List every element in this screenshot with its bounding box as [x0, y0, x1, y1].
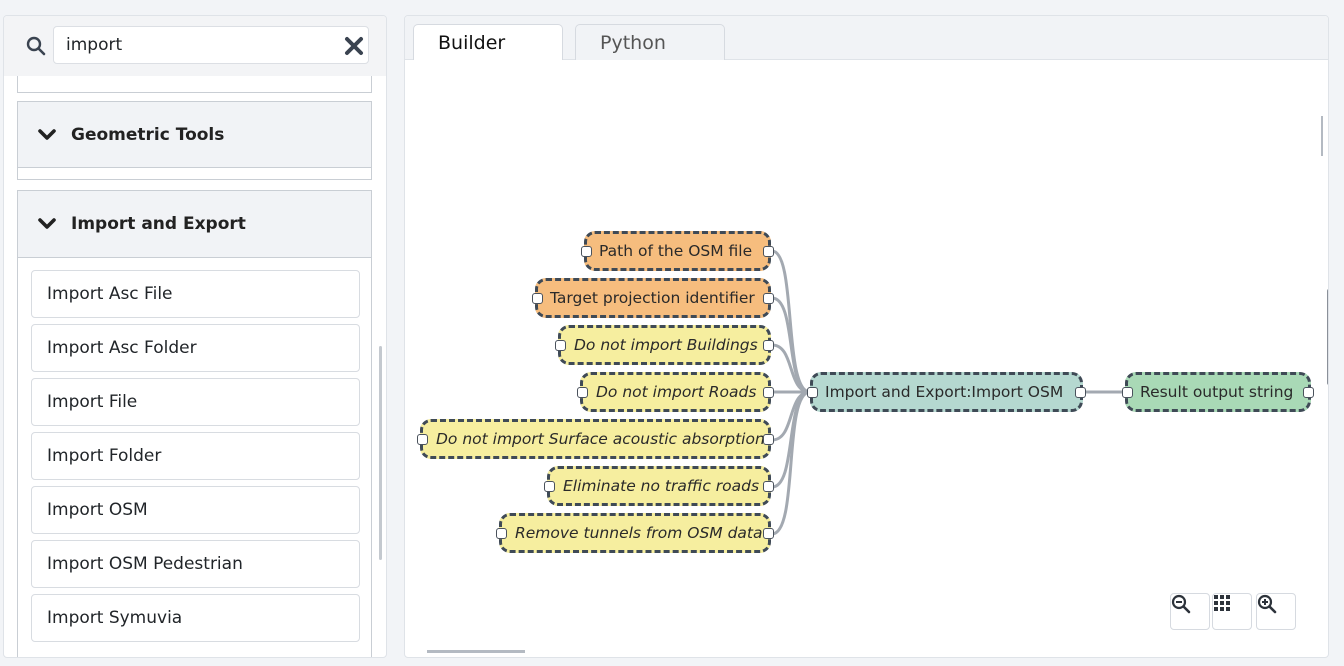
node-label: Result output string [1140, 383, 1294, 401]
node-label: Do not import Roads [596, 383, 757, 401]
node-label: Eliminate no traffic roads [563, 477, 760, 495]
node-output-port[interactable] [763, 293, 774, 304]
node-output-port[interactable] [763, 434, 774, 445]
input-node-no-roads[interactable]: Do not import Roads [577, 372, 774, 412]
node-output-port[interactable] [763, 387, 774, 398]
tab-python[interactable]: Python [575, 24, 725, 60]
node-input-port[interactable] [417, 434, 428, 445]
node-input-port[interactable] [581, 246, 592, 257]
block-item-import-asc-folder[interactable]: Import Asc Folder [31, 324, 360, 372]
block-item-import-symuvia[interactable]: Import Symuvia [31, 594, 360, 642]
node-input-port[interactable] [1122, 387, 1133, 398]
category-list[interactable]: Geometric Tools Import and Export Import… [4, 76, 386, 657]
tab-builder[interactable]: Builder [413, 24, 563, 60]
node-output-port[interactable] [763, 481, 774, 492]
node-input-port[interactable] [577, 387, 588, 398]
input-node-no-buildings[interactable]: Do not import Buildings [555, 325, 774, 365]
zoom-in-icon [1257, 594, 1277, 614]
connection-lines [770, 249, 1127, 536]
category-title: Import and Export [71, 214, 246, 234]
node-label: Path of the OSM file [599, 242, 753, 260]
builder-canvas[interactable]: Path of the OSM file Target projection i… [405, 60, 1328, 657]
node-output-port[interactable] [1075, 387, 1086, 398]
node-input-port[interactable] [532, 293, 543, 304]
search-icon [26, 36, 46, 56]
toolbox-scrollbar[interactable] [379, 346, 382, 560]
search-input[interactable] [53, 26, 369, 64]
node-input-port[interactable] [544, 481, 555, 492]
node-label: Do not import Surface acoustic absorptio… [436, 430, 765, 448]
canvas-vertical-scrollbar[interactable] [1327, 289, 1328, 385]
tab-bar: Builder Python [405, 16, 1328, 60]
category-title: Geometric Tools [71, 124, 225, 145]
block-item-import-osm-pedestrian[interactable]: Import OSM Pedestrian [31, 540, 360, 588]
grid-icon [1214, 595, 1230, 611]
node-output-port[interactable] [763, 246, 774, 257]
canvas-vertical-scroll-track [1321, 116, 1323, 156]
canvas-horizontal-scrollbar[interactable] [427, 650, 525, 653]
node-input-port[interactable] [496, 528, 507, 539]
input-node-target-projection[interactable]: Target projection identifier [532, 278, 774, 318]
node-input-port[interactable] [807, 387, 818, 398]
zoom-in-button[interactable] [1256, 593, 1296, 630]
node-output-port[interactable] [763, 340, 774, 351]
input-node-remove-tunnels[interactable]: Remove tunnels from OSM data [496, 513, 774, 553]
chevron-down-icon [38, 218, 56, 229]
input-node-no-surface-absorption[interactable]: Do not import Surface acoustic absorptio… [417, 419, 774, 459]
fit-view-button[interactable] [1212, 593, 1252, 630]
node-output-port[interactable] [1303, 387, 1314, 398]
node-output-port[interactable] [763, 528, 774, 539]
collapsed-category-stub [17, 76, 372, 93]
toolbox-panel: Geometric Tools Import and Export Import… [3, 15, 387, 658]
zoom-out-button[interactable] [1170, 593, 1210, 630]
node-input-port[interactable] [555, 340, 566, 351]
search-bar [4, 16, 386, 76]
zoom-out-icon [1171, 594, 1191, 614]
category-header-import-and-export[interactable]: Import and Export [17, 190, 372, 258]
node-label: Import and Export:Import OSM [825, 383, 1064, 401]
input-node-osm-path[interactable]: Path of the OSM file [581, 231, 774, 271]
category-body-import-and-export: Import Asc File Import Asc Folder Import… [17, 257, 372, 657]
node-label: Remove tunnels from OSM data [515, 524, 763, 542]
process-node-import-osm[interactable]: Import and Export:Import OSM [807, 372, 1086, 412]
node-label: Target projection identifier [550, 289, 755, 307]
block-item-import-folder[interactable]: Import Folder [31, 432, 360, 480]
block-item-import-file[interactable]: Import File [31, 378, 360, 426]
input-node-eliminate-no-traffic[interactable]: Eliminate no traffic roads [544, 466, 774, 506]
clear-search-icon[interactable] [344, 36, 364, 56]
node-label: Do not import Buildings [574, 336, 758, 354]
workspace-panel: Builder Python Path of the OSM file Targ… [404, 15, 1329, 658]
chevron-down-icon [38, 128, 56, 140]
output-node-result-string[interactable]: Result output string [1122, 372, 1314, 412]
category-header-geometric-tools[interactable]: Geometric Tools [17, 101, 372, 168]
category-body-geometric-tools [17, 168, 372, 180]
block-item-import-asc-file[interactable]: Import Asc File [31, 270, 360, 318]
block-item-import-osm[interactable]: Import OSM [31, 486, 360, 534]
